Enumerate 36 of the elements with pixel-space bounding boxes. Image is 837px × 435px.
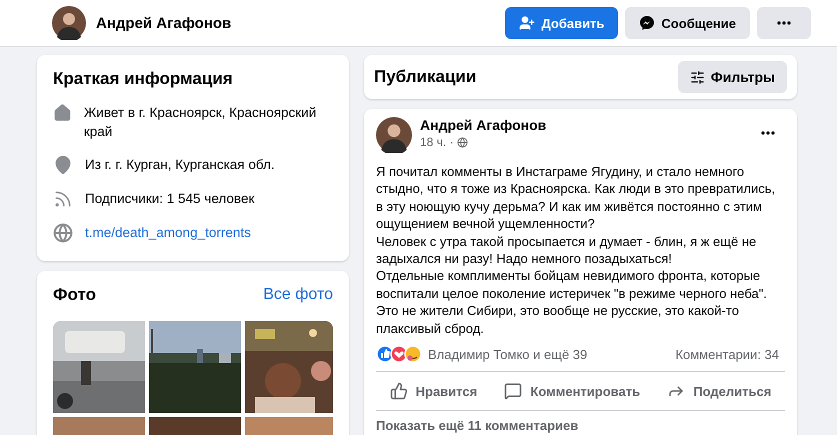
all-photos-link[interactable]: Все фото [263,286,333,304]
like-button[interactable]: Нравится [382,376,486,406]
reactions-text[interactable]: Владимир Томко и ещё 39 [428,346,588,362]
photos-title: Фото [53,285,96,305]
intro-title: Краткая информация [53,69,234,89]
avatar [376,117,412,153]
rss-icon [53,189,73,209]
filter-icon [690,70,705,84]
thumbs-up-icon [390,382,408,400]
location-icon [53,155,73,175]
comment-button[interactable]: Комментировать [496,376,648,406]
reaction-icons[interactable] [376,345,422,364]
profile-name: Андрей Агафонов [96,14,232,32]
profile-link[interactable]: t.me/death_among_torrents [85,223,251,242]
posts-title: Публикации [374,67,476,87]
intro-text: Из г. г. Курган, Курганская обл. [85,156,275,174]
person-plus-icon [519,15,536,31]
post-author[interactable]: Андрей Агафонов [420,117,753,133]
comment-icon [504,382,522,400]
filters-button[interactable]: Фильтры [678,61,787,93]
intro-text: Подписчики: 1 545 человек [85,190,254,208]
share-button[interactable]: Поделиться [659,376,780,406]
comments-count[interactable]: Комментарии: 34 [675,346,779,362]
more-icon[interactable] [761,131,775,135]
globe-icon [456,136,468,148]
add-friend-button[interactable]: Добавить [505,7,618,39]
post-time[interactable]: 18 ч. · [420,135,454,149]
post-text: Я почитал комменты в Инстаграме Ягудину, и стало немного стыдно, что я тоже из Красноярска. Как люди в это превратились, в эту ноющую кучу дерьма? И как им живётся постоянно с этим ощущением вечной ущемленности? Человек с утра такой просыпается и думает - блин, я ж ещё не задыхался ни разу! Надо немного позадыхаться! Отдельные комплименты бойцам невидимого фронта, которые воспитали целое поколение истеричек "в режиме черного неба". Это не жители Сибири, это вообще не русские, это какой-то плаксивый сброд. [376,163,776,338]
show-more-comments-link[interactable]: Показать ещё 11 комментариев [376,418,578,434]
home-icon [53,103,72,123]
globe-icon [53,223,73,243]
intro-text: Живет в г. Красноярск, Красноярский край [84,104,318,141]
more-icon [777,21,791,25]
chat-bubble-icon [639,15,656,31]
avatar [52,6,86,40]
message-button[interactable]: Сообщение [625,7,750,39]
